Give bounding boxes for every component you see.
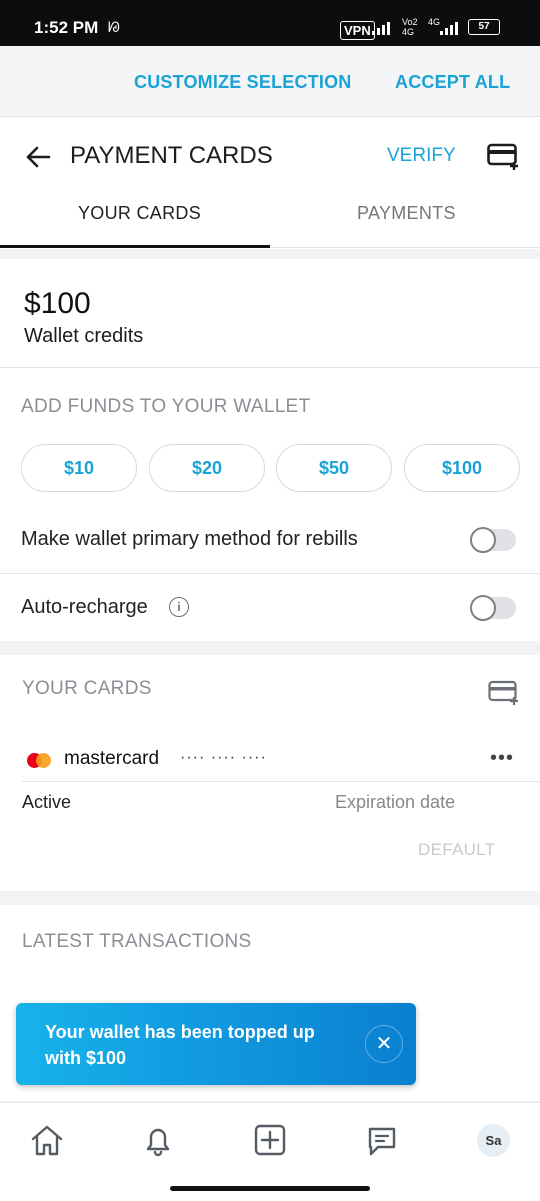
card-brand: mastercard xyxy=(64,748,160,769)
default-card-button[interactable]: DEFAULT xyxy=(418,840,495,860)
primary-method-label: Make wallet primary method for rebills xyxy=(21,528,358,550)
active-tab-indicator xyxy=(0,245,270,248)
add-icon[interactable] xyxy=(251,1121,289,1159)
battery-icon: 57 xyxy=(468,19,500,35)
wallet-section: $100 Wallet credits ADD FUNDS TO YOUR WA… xyxy=(0,259,540,641)
toggle-knob xyxy=(470,527,496,553)
toast-message: Your wallet has been topped up with $100 xyxy=(45,1022,315,1068)
close-icon[interactable]: ✕ xyxy=(365,1025,403,1063)
your-cards-section: YOUR CARDS mastercard ···· ···· ···· •••… xyxy=(0,655,540,891)
add-funds-20-button[interactable]: $20 xyxy=(149,444,265,492)
page-title: PAYMENT CARDS xyxy=(70,142,273,169)
card-expiration-label: Expiration date xyxy=(335,792,456,812)
signal-icon xyxy=(372,21,390,38)
add-funds-50-button[interactable]: $50 xyxy=(276,444,392,492)
add-funds-heading: ADD FUNDS TO YOUR WALLET xyxy=(21,396,311,417)
chat-icon[interactable] xyxy=(363,1121,401,1159)
tab-your-cards[interactable]: YOUR CARDS xyxy=(78,203,201,224)
verify-button[interactable]: VERIFY xyxy=(387,145,456,167)
toggle-knob xyxy=(470,595,496,621)
add-funds-100-button[interactable]: $100 xyxy=(404,444,520,492)
add-card-icon[interactable] xyxy=(488,680,520,706)
network-label: Vo2 4G xyxy=(402,17,418,37)
customize-selection-button[interactable]: CUSTOMIZE SELECTION xyxy=(134,72,351,93)
network-label-2: 4G xyxy=(428,17,441,27)
latest-transactions-heading: LATEST TRANSACTIONS xyxy=(22,931,252,952)
primary-method-toggle[interactable] xyxy=(470,527,516,553)
divider xyxy=(0,573,540,574)
signal-icon-2 xyxy=(440,21,458,38)
card-status: Active xyxy=(22,792,72,812)
home-icon[interactable] xyxy=(28,1121,66,1159)
accept-all-button[interactable]: ACCEPT ALL xyxy=(395,72,510,93)
your-cards-heading: YOUR CARDS xyxy=(22,678,152,699)
add-funds-10-button[interactable]: $10 xyxy=(21,444,137,492)
toast-notification: Your wallet has been topped up with $100… xyxy=(16,1003,416,1085)
info-icon[interactable]: i xyxy=(169,597,189,617)
divider xyxy=(0,367,540,368)
notification-icon: ᘘ xyxy=(108,19,120,35)
page-header: PAYMENT CARDS VERIFY YOUR CARDS PAYMENTS xyxy=(0,117,540,249)
vpn-icon: VPN xyxy=(340,21,375,40)
home-indicator xyxy=(170,1186,370,1191)
more-options-icon[interactable]: ••• xyxy=(490,747,514,770)
back-arrow-icon[interactable] xyxy=(22,141,54,173)
avatar[interactable]: Sa xyxy=(477,1124,510,1157)
auto-recharge-label: Auto-recharge xyxy=(21,596,148,618)
status-bar: 1:52 PM ᘘ VPN Vo2 4G 4G 57 xyxy=(0,0,540,46)
status-time: 1:52 PM xyxy=(34,18,99,37)
wallet-credits-label: Wallet credits xyxy=(24,325,144,347)
add-card-icon[interactable] xyxy=(487,143,521,171)
divider xyxy=(22,781,540,782)
consent-banner: CUSTOMIZE SELECTION ACCEPT ALL xyxy=(0,46,540,117)
wallet-balance: $100 xyxy=(24,287,91,320)
bell-icon[interactable] xyxy=(139,1121,177,1159)
mastercard-icon xyxy=(26,752,52,769)
auto-recharge-toggle[interactable] xyxy=(470,595,516,621)
card-number: ···· ···· ···· xyxy=(180,749,267,766)
tab-payments[interactable]: PAYMENTS xyxy=(357,203,456,224)
